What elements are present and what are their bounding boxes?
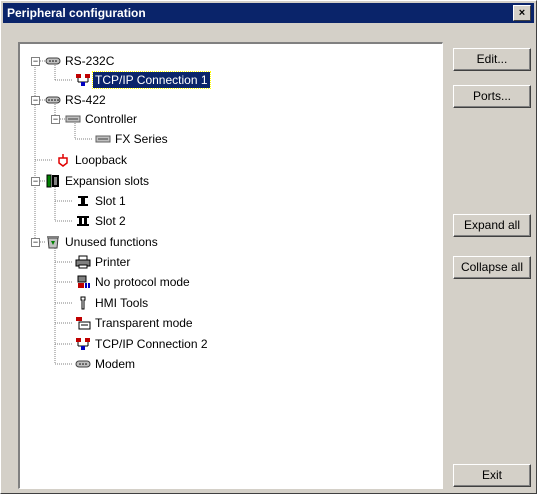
tree-item-unused-functions[interactable]: Unused functions: [63, 234, 160, 250]
tree-item-printer[interactable]: Printer: [93, 254, 132, 270]
edit-button[interactable]: Edit...: [453, 48, 531, 71]
expand-all-button[interactable]: Expand all: [453, 214, 531, 237]
peripheral-tree[interactable]: − RS-232C TCP/IP Connection 1 − RS-422 −…: [18, 42, 443, 489]
tree-item-rs232c[interactable]: RS-232C: [63, 53, 116, 69]
exit-button[interactable]: Exit: [453, 464, 531, 487]
controller-icon: [65, 112, 81, 126]
collapse-toggle-unused-functions[interactable]: −: [31, 238, 40, 247]
slot-icon: [75, 214, 91, 228]
transparent-mode-icon: [75, 316, 91, 330]
window-title: Peripheral configuration: [7, 6, 146, 20]
title-bar: Peripheral configuration ×: [3, 3, 534, 23]
printer-icon: [75, 255, 91, 269]
no-protocol-icon: [75, 275, 91, 289]
modem-icon: [75, 357, 91, 371]
slot-icon: [75, 194, 91, 208]
expansion-card-icon: [45, 174, 61, 188]
collapse-all-button[interactable]: Collapse all: [453, 256, 531, 279]
close-button[interactable]: ×: [513, 5, 531, 21]
tree-item-expansion-slots[interactable]: Expansion slots: [63, 173, 151, 189]
network-connection-icon: [75, 73, 91, 87]
loopback-icon: [55, 153, 71, 167]
serial-port-icon: [45, 54, 61, 68]
tree-item-tcpip-connection-1[interactable]: TCP/IP Connection 1: [92, 71, 211, 89]
tree-item-tcpip-connection-2[interactable]: TCP/IP Connection 2: [93, 336, 210, 352]
network-connection-icon: [75, 337, 91, 351]
collapse-toggle-rs422[interactable]: −: [31, 96, 40, 105]
tree-item-controller[interactable]: Controller: [83, 111, 139, 127]
tree-item-transparent-mode[interactable]: Transparent mode: [93, 315, 195, 331]
tree-item-modem[interactable]: Modem: [93, 356, 137, 372]
collapse-toggle-controller[interactable]: −: [51, 115, 60, 124]
hmi-tools-icon: [75, 296, 91, 310]
tree-item-hmi-tools[interactable]: HMI Tools: [93, 295, 150, 311]
tree-item-fx-series[interactable]: FX Series: [113, 131, 170, 147]
peripheral-configuration-dialog: Peripheral configuration × − RS-232C TCP…: [0, 0, 537, 494]
ports-button[interactable]: Ports...: [453, 85, 531, 108]
tree-item-loopback[interactable]: Loopback: [73, 152, 129, 168]
serial-port-icon: [45, 93, 61, 107]
recycle-bin-icon: [45, 235, 61, 249]
plc-icon: [95, 132, 111, 146]
tree-item-no-protocol-mode[interactable]: No protocol mode: [93, 274, 192, 290]
tree-item-slot-2[interactable]: Slot 2: [93, 213, 128, 229]
collapse-toggle-expansion-slots[interactable]: −: [31, 177, 40, 186]
tree-item-slot-1[interactable]: Slot 1: [93, 193, 128, 209]
collapse-toggle-rs232c[interactable]: −: [31, 57, 40, 66]
tree-item-rs422[interactable]: RS-422: [63, 92, 108, 108]
